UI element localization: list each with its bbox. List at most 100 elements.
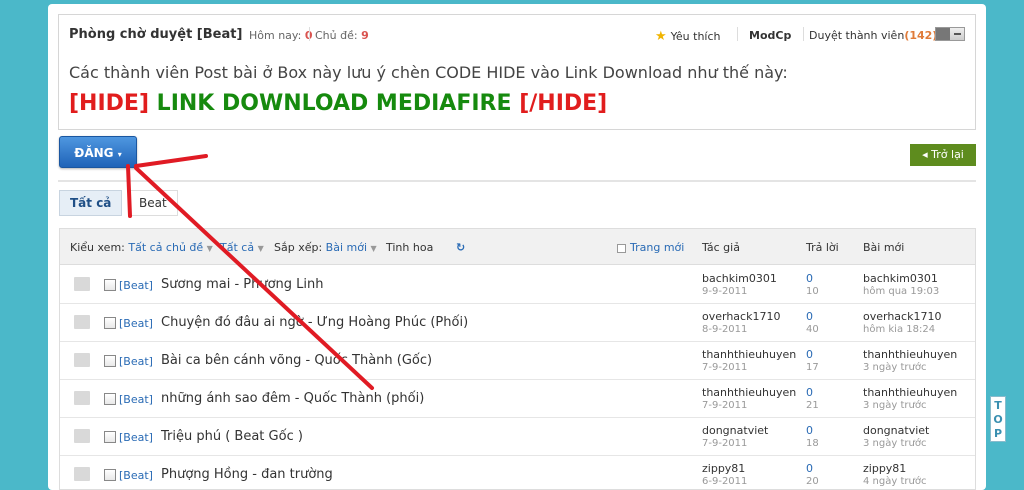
table-row: [Beat] Sương mai - Phương Linh bachkim03… — [60, 266, 975, 304]
download-link-text: LINK DOWNLOAD MEDIAFIRE — [156, 91, 512, 116]
topic-date: 8-9-2011 — [702, 324, 748, 335]
tab-all[interactable]: Tất cả — [59, 190, 123, 216]
filter-all-control: Tất cả ▼ — [220, 241, 264, 254]
last-post-time: hôm kia 18:24 — [863, 324, 936, 335]
row-checkbox[interactable] — [104, 355, 116, 367]
last-post-time: 4 ngày trước — [863, 476, 927, 487]
caret-down-icon: ▼ — [370, 244, 377, 253]
last-poster[interactable]: dongnatviet — [863, 424, 929, 437]
topic-author[interactable]: bachkim0301 — [702, 272, 777, 285]
last-poster[interactable]: thanhthieuhuyen — [863, 386, 957, 399]
view-count: 17 — [806, 362, 819, 373]
star-icon: ★ — [655, 29, 667, 44]
table-row: [Beat] Triệu phú ( Beat Gốc ) dongnatvie… — [60, 418, 975, 456]
last-post-time: hôm qua 19:03 — [863, 286, 940, 297]
col-replies: Trả lời — [806, 241, 839, 254]
topic-icon — [74, 315, 90, 329]
topic-prefix[interactable]: [Beat] — [119, 469, 153, 482]
view-mode-control: Kiểu xem: Tất cả chủ đề ▼ — [70, 241, 213, 254]
reply-count[interactable]: 0 — [806, 386, 813, 399]
last-post-time: 3 ngày trước — [863, 400, 927, 411]
last-poster[interactable]: bachkim0301 — [863, 272, 938, 285]
topic-title[interactable]: Chuyện đó đâu ai ngờ - Ưng Hoàng Phúc (P… — [161, 315, 468, 330]
reply-count[interactable]: 0 — [806, 424, 813, 437]
row-checkbox[interactable] — [104, 469, 116, 481]
topic-prefix[interactable]: [Beat] — [119, 393, 153, 406]
last-poster[interactable]: thanhthieuhuyen — [863, 348, 957, 361]
hide-instruction: [HIDE] LINK DOWNLOAD MEDIAFIRE [/HIDE] — [69, 91, 607, 116]
refresh-icon[interactable]: ↻ — [456, 241, 465, 254]
topic-title[interactable]: Triệu phú ( Beat Gốc ) — [161, 429, 303, 444]
topic-title[interactable]: những ánh sao đêm - Quốc Thành (phối) — [161, 391, 424, 406]
back-arrow-icon: ◂ — [922, 148, 928, 161]
reply-count[interactable]: 0 — [806, 272, 813, 285]
reply-count[interactable]: 0 — [806, 310, 813, 323]
sort-dropdown[interactable]: Bài mới — [326, 241, 367, 254]
post-label: ĐĂNG — [74, 146, 114, 160]
new-page-checkbox[interactable] — [617, 243, 626, 253]
last-poster[interactable]: overhack1710 — [863, 310, 941, 323]
topic-date: 9-9-2011 — [702, 286, 748, 297]
topic-title[interactable]: Sương mai - Phương Linh — [161, 277, 324, 292]
last-post-time: 3 ngày trước — [863, 438, 927, 449]
topic-title[interactable]: Phượng Hồng - đan trường — [161, 467, 333, 482]
approve-members-link[interactable]: Duyệt thành viên(142) — [809, 29, 937, 42]
table-header: Kiểu xem: Tất cả chủ đề ▼ Tất cả ▼ Sắp x… — [60, 229, 975, 265]
new-page-label: Trang mới — [630, 241, 685, 254]
new-page-option[interactable]: Trang mới — [617, 241, 684, 254]
back-label: Trở lại — [931, 148, 964, 161]
topic-prefix[interactable]: [Beat] — [119, 431, 153, 444]
col-author: Tác giả — [702, 241, 740, 254]
table-row: [Beat] Chuyện đó đâu ai ngờ - Ưng Hoàng … — [60, 304, 975, 342]
caret-down-icon: ▼ — [257, 244, 264, 253]
topic-date: 7-9-2011 — [702, 438, 748, 449]
hide-close-tag: [/HIDE] — [519, 91, 608, 116]
favorite-label: Yêu thích — [670, 30, 721, 43]
col-last-post: Bài mới — [863, 241, 905, 254]
tab-beat[interactable]: Beat — [128, 190, 178, 216]
row-checkbox[interactable] — [104, 431, 116, 443]
modcp-link[interactable]: ModCp — [749, 29, 791, 42]
topic-author[interactable]: overhack1710 — [702, 310, 780, 323]
topic-icon — [74, 353, 90, 367]
topic-author[interactable]: dongnatviet — [702, 424, 768, 437]
view-count: 21 — [806, 400, 819, 411]
topics-count: 9 — [361, 29, 369, 42]
view-count: 40 — [806, 324, 819, 335]
filter-all-topics[interactable]: Tất cả chủ đề — [128, 241, 203, 254]
featured-filter[interactable]: Tinh hoa — [386, 241, 433, 254]
favorite-button[interactable]: ★ Yêu thích — [655, 29, 721, 44]
approve-count: (142) — [904, 29, 938, 42]
sort-label: Sắp xếp: — [274, 241, 323, 254]
topic-icon — [74, 429, 90, 443]
view-count: 18 — [806, 438, 819, 449]
back-button[interactable]: ◂ Trở lại — [910, 144, 976, 166]
topic-title[interactable]: Bài ca bên cánh võng - Quốc Thành (Gốc) — [161, 353, 432, 368]
sort-control: Sắp xếp: Bài mới ▼ — [274, 241, 377, 254]
row-checkbox[interactable] — [104, 279, 116, 291]
reply-count[interactable]: 0 — [806, 462, 813, 475]
topic-table: Kiểu xem: Tất cả chủ đề ▼ Tất cả ▼ Sắp x… — [59, 228, 976, 490]
topic-author[interactable]: thanhthieuhuyen — [702, 386, 796, 399]
topic-prefix[interactable]: [Beat] — [119, 355, 153, 368]
forum-title[interactable]: Phòng chờ duyệt [Beat] — [69, 27, 242, 42]
scroll-top-button[interactable]: TOP — [990, 396, 1006, 442]
row-checkbox[interactable] — [104, 317, 116, 329]
caret-down-icon: ▾ — [117, 150, 122, 159]
collapse-toggle[interactable] — [935, 27, 965, 41]
post-button[interactable]: ĐĂNG ▾ — [59, 136, 137, 168]
topic-prefix[interactable]: [Beat] — [119, 279, 153, 292]
topic-author[interactable]: thanhthieuhuyen — [702, 348, 796, 361]
minus-icon — [954, 33, 961, 35]
view-label: Kiểu xem: — [70, 241, 125, 254]
table-row: [Beat] những ánh sao đêm - Quốc Thành (p… — [60, 380, 975, 418]
topic-icon — [74, 467, 90, 481]
row-checkbox[interactable] — [104, 393, 116, 405]
divider — [309, 27, 310, 41]
topic-author[interactable]: zippy81 — [702, 462, 745, 475]
today-stat: Hôm nay: 0 — [249, 29, 313, 42]
reply-count[interactable]: 0 — [806, 348, 813, 361]
last-poster[interactable]: zippy81 — [863, 462, 906, 475]
topic-prefix[interactable]: [Beat] — [119, 317, 153, 330]
filter-all[interactable]: Tất cả — [220, 241, 254, 254]
